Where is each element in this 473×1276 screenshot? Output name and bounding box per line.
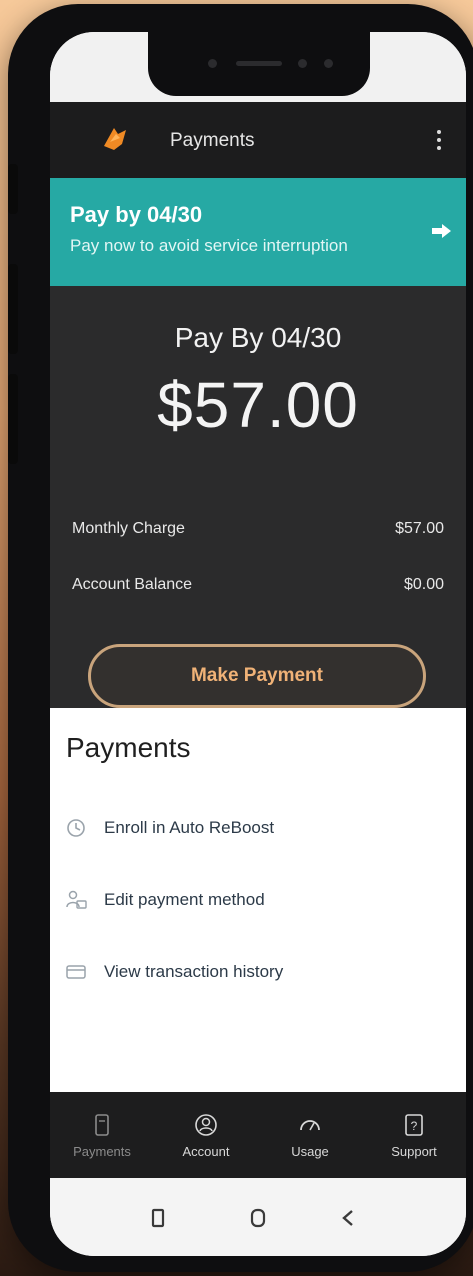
due-date-label: Pay By 04/30 (174, 322, 342, 353)
phone-screen: Payments Pay by 04/30 Pay now to avoid s… (50, 32, 466, 1256)
phone-side-button (8, 164, 18, 214)
phone-frame: Payments Pay by 04/30 Pay now to avoid s… (8, 4, 473, 1272)
camera-notch (148, 32, 370, 96)
edit-payment-method-item[interactable]: Edit payment method (64, 880, 452, 920)
svg-text:?: ? (411, 1119, 418, 1133)
enroll-auto-reboost-label: Enroll in Auto ReBoost (104, 818, 275, 837)
history-card-icon (64, 960, 88, 984)
phone-volume-up-button (8, 264, 18, 354)
usage-icon (300, 1119, 320, 1130)
support-icon: ? (405, 1113, 423, 1136)
make-payment-button[interactable]: Make Payment (88, 644, 426, 708)
account-icon (195, 1113, 217, 1136)
nav-label-payments: Payments (73, 1143, 131, 1159)
due-amount: $57.00 (157, 369, 359, 441)
phone-volume-down-button (8, 374, 18, 464)
nav-tab-account[interactable]: Account (154, 1092, 258, 1178)
nav-tab-usage[interactable]: Usage (258, 1092, 362, 1178)
account-balance-row: Account Balance $0.00 (72, 576, 444, 600)
account-balance-value: $0.00 (403, 576, 444, 593)
card-user-icon (64, 888, 88, 912)
account-balance-label: Account Balance (72, 576, 193, 593)
banner-subtitle: Pay now to avoid service interruption (70, 236, 348, 255)
recent-apps-icon[interactable] (146, 1206, 170, 1230)
page-title: Payments (170, 130, 255, 151)
banner-title: Pay by 04/30 (70, 202, 203, 227)
overflow-menu-icon[interactable] (436, 130, 442, 150)
nav-tab-payments[interactable]: Payments (50, 1092, 154, 1178)
status-bar (50, 32, 466, 102)
payment-due-banner[interactable]: Pay by 04/30 Pay now to avoid service in… (50, 178, 466, 286)
view-transaction-history-item[interactable]: View transaction history (64, 952, 452, 992)
nav-label-account: Account (182, 1143, 230, 1159)
payments-section-title: Payments (66, 732, 191, 763)
sensor-dot (298, 59, 307, 68)
camera-dot (324, 59, 333, 68)
payments-icon (95, 1113, 109, 1136)
arrow-right-icon (432, 224, 451, 238)
back-icon[interactable] (336, 1206, 360, 1230)
payment-summary-panel: Pay By 04/30 $57.00 Monthly Charge $57.0… (50, 286, 466, 708)
enroll-auto-reboost-item[interactable]: Enroll in Auto ReBoost (64, 808, 452, 848)
speaker-grille (236, 61, 282, 66)
monthly-charge-value: $57.00 (395, 520, 444, 537)
edit-payment-method-label: Edit payment method (104, 890, 265, 909)
monthly-charge-row: Monthly Charge $57.00 (72, 520, 444, 544)
brand-logo-icon (104, 128, 126, 150)
view-transaction-history-label: View transaction history (104, 962, 284, 981)
nav-tab-support[interactable]: ? Support (362, 1092, 466, 1178)
nav-label-usage: Usage (291, 1143, 329, 1159)
home-icon[interactable] (246, 1206, 270, 1230)
nav-label-support: Support (391, 1143, 437, 1159)
monthly-charge-label: Monthly Charge (72, 520, 185, 537)
app-header: Payments (50, 102, 466, 178)
bottom-navigation: Payments Account Usage ? Support (50, 1092, 466, 1178)
system-navigation-bar (50, 1178, 466, 1256)
sensor-dot (208, 59, 217, 68)
sync-icon (64, 816, 88, 840)
